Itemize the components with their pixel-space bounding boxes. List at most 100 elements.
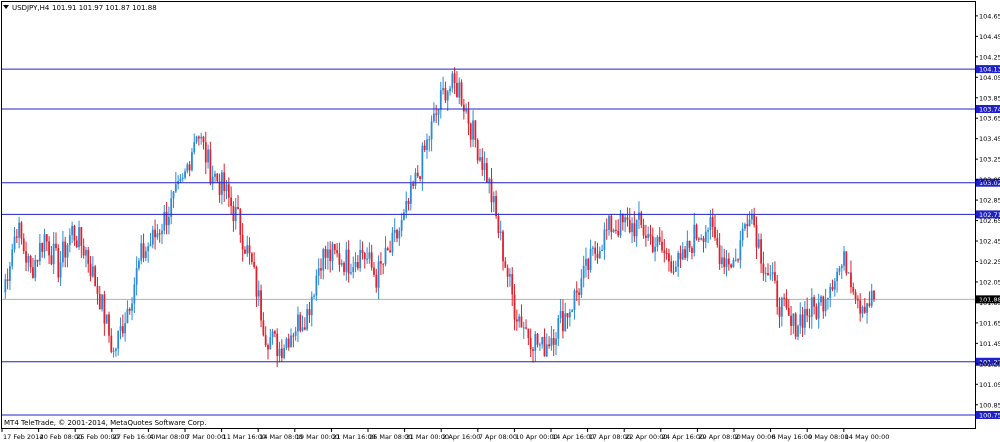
- candle-body: [273, 331, 276, 334]
- candle-body: [790, 315, 792, 327]
- candle-body: [465, 109, 468, 112]
- candle-body: [534, 333, 537, 351]
- y-tick-label: 102.85: [979, 197, 1000, 205]
- y-tick-label: 103.05: [979, 176, 1000, 184]
- candle-body: [292, 335, 295, 337]
- candle-body: [663, 250, 666, 254]
- candle-body: [179, 178, 182, 182]
- y-tick-label: 101.85: [979, 299, 1000, 307]
- candle-body: [82, 245, 85, 256]
- candle-body: [421, 145, 424, 179]
- candle-body: [451, 73, 454, 89]
- y-tick-label: 103.45: [979, 135, 1000, 143]
- candle-body: [794, 313, 797, 337]
- candle-body: [271, 331, 274, 338]
- candle-body: [317, 268, 320, 276]
- candle-body: [320, 268, 322, 271]
- candle-body: [396, 229, 398, 239]
- candle-body: [824, 299, 827, 312]
- candle-body: [787, 307, 790, 316]
- candle-body: [509, 274, 511, 277]
- candle-body: [723, 257, 726, 268]
- candle-body: [403, 212, 405, 220]
- candle-body: [709, 217, 712, 231]
- candle-body: [287, 338, 290, 348]
- candle-body: [262, 320, 265, 336]
- candle-body: [589, 248, 592, 270]
- candle-body: [158, 233, 161, 235]
- candle-body: [188, 164, 191, 171]
- candle-body: [525, 327, 527, 329]
- candle-body: [430, 121, 433, 140]
- candle-body: [513, 294, 516, 320]
- candle-body: [755, 225, 758, 248]
- candle-body: [684, 249, 686, 258]
- candle-body: [115, 348, 117, 351]
- candle-body: [218, 181, 221, 195]
- candle-body: [479, 157, 481, 161]
- candle-body: [25, 251, 27, 263]
- candle-body: [813, 297, 815, 307]
- candle-body: [506, 267, 509, 277]
- candle-body: [550, 337, 553, 347]
- candle-body: [628, 219, 631, 233]
- candle-body: [856, 298, 859, 301]
- candle-body: [820, 296, 822, 303]
- candle-body: [124, 323, 127, 334]
- candle-body: [808, 315, 811, 317]
- candle-body: [718, 244, 721, 265]
- candle-body: [15, 236, 18, 238]
- y-tick-label: 104.25: [979, 53, 1000, 61]
- candle-body: [603, 229, 606, 250]
- price-chart[interactable]: USDJPY,H4 101.91 101.97 101.87 101.88 10…: [0, 0, 1000, 442]
- candle-body: [596, 253, 599, 259]
- candle-body: [313, 295, 315, 297]
- candle-body: [488, 178, 491, 183]
- candle-body: [843, 251, 845, 266]
- candle-body: [668, 253, 670, 262]
- candle-body: [866, 303, 868, 313]
- candle-body: [382, 263, 385, 265]
- candle-body: [474, 120, 477, 140]
- candle-body: [695, 224, 698, 239]
- candle-body: [815, 306, 818, 319]
- candle-body: [347, 249, 350, 274]
- x-tick-label: 2 Apr 16:00: [442, 433, 480, 441]
- candle-body: [370, 252, 373, 268]
- candle-body: [414, 172, 417, 186]
- candle-body: [446, 91, 449, 101]
- candle-body: [191, 152, 193, 171]
- candle-body: [854, 292, 857, 299]
- candle-body: [52, 243, 55, 265]
- candle-body: [68, 235, 71, 246]
- candle-body: [135, 268, 138, 285]
- candle-body: [467, 109, 470, 124]
- candle-body: [280, 348, 283, 358]
- candle-body: [686, 240, 689, 258]
- candle-body: [619, 213, 622, 236]
- candle-body: [267, 345, 269, 350]
- candle-body: [377, 261, 380, 288]
- candle-body: [64, 241, 67, 258]
- candle-body: [193, 141, 196, 153]
- candle-body: [458, 82, 461, 98]
- copyright-text: MT4 TeleTrade, © 2001-2014, MetaQuotes S…: [4, 419, 206, 427]
- candle-body: [345, 249, 348, 272]
- candle-body: [386, 248, 389, 251]
- candle-body: [144, 251, 147, 258]
- candle-body: [502, 231, 504, 262]
- candle-body: [18, 222, 21, 238]
- candle-body: [827, 297, 829, 300]
- candle-body: [34, 259, 37, 278]
- candle-body: [151, 229, 154, 245]
- candle-body: [22, 238, 25, 252]
- candle-body: [412, 183, 415, 186]
- candle-body: [621, 213, 624, 223]
- candle-body: [32, 267, 34, 278]
- candle-body: [195, 136, 198, 142]
- candle-body: [538, 344, 541, 346]
- candle-body: [785, 298, 788, 308]
- candle-body: [43, 234, 46, 252]
- candle-body: [739, 240, 742, 261]
- y-tick-label: 103.25: [979, 156, 1000, 164]
